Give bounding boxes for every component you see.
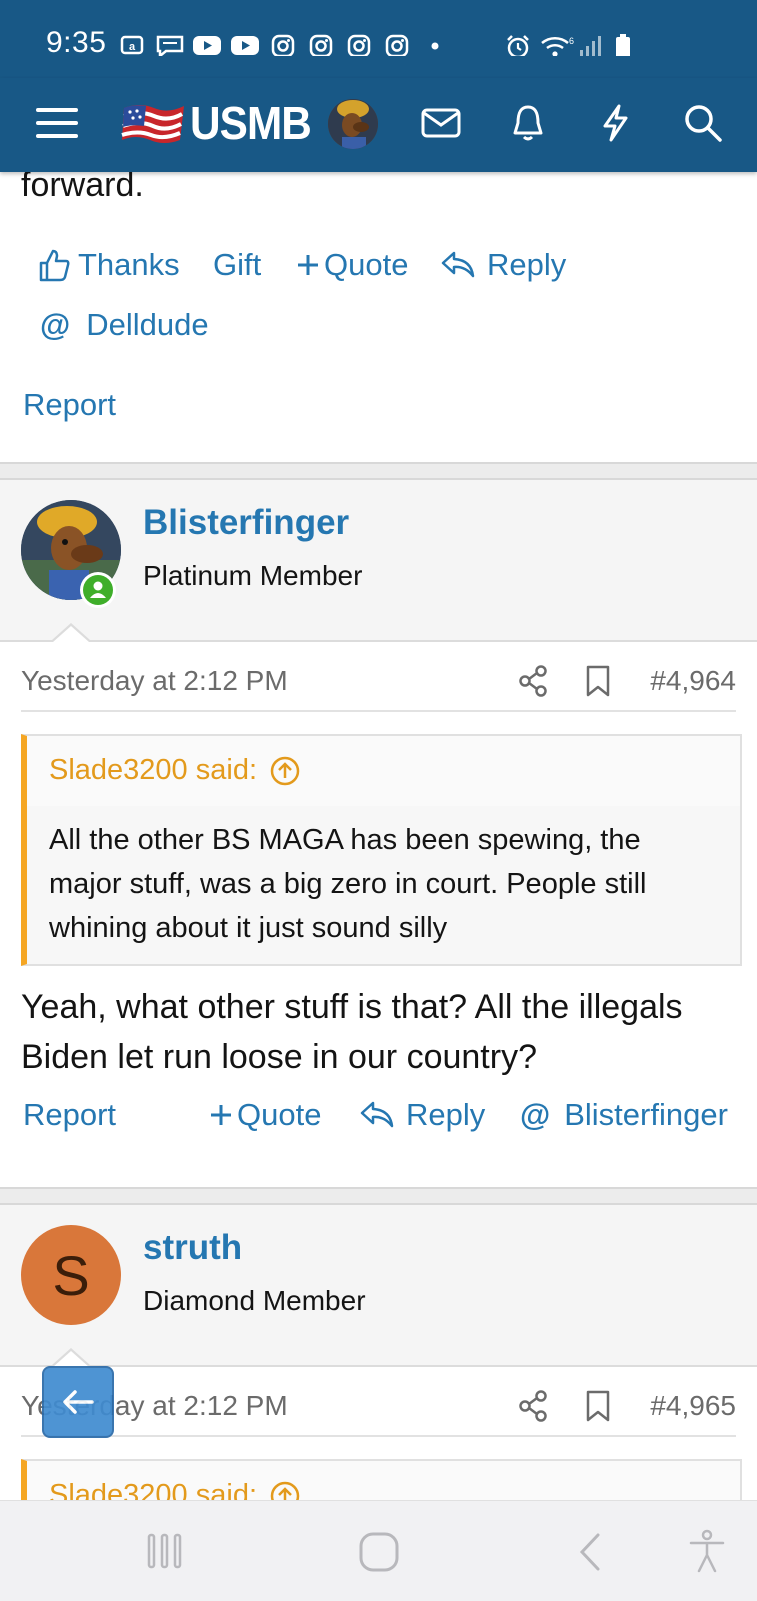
report-button[interactable]: Report — [23, 1097, 116, 1133]
wifi-icon: 6 — [541, 36, 574, 56]
quote-block: Slade3200 said: All the other BS MAGA ha… — [21, 734, 742, 966]
back-icon[interactable] — [574, 1531, 604, 1578]
svg-text:a: a — [129, 41, 136, 53]
post-separator — [0, 462, 757, 480]
reply-arrow-icon — [360, 1101, 394, 1128]
youtube-icon — [193, 36, 221, 55]
quote-author-link[interactable]: Slade3200 said: — [49, 754, 301, 787]
reply-button[interactable]: Reply — [441, 247, 566, 283]
search-icon[interactable] — [678, 98, 728, 148]
svg-text:6: 6 — [569, 36, 574, 46]
user-title: Diamond Member — [143, 1285, 366, 1316]
report-button[interactable]: Report — [23, 387, 116, 423]
back-floating-button[interactable] — [42, 1366, 114, 1438]
status-bar: 9:35 a 6 — [0, 0, 757, 78]
plus-icon — [298, 255, 318, 275]
recent-apps-icon[interactable] — [145, 1531, 185, 1576]
header-notch-fill — [53, 1351, 89, 1367]
report-label: Report — [23, 387, 117, 422]
status-time: 9:35 — [46, 26, 107, 59]
quote-text: All the other BS MAGA has been spewing, … — [49, 824, 647, 944]
amazon-icon: a — [120, 35, 144, 55]
flag-logo-icon[interactable] — [120, 100, 186, 148]
top-nav-bar: USMB — [0, 78, 757, 172]
online-indicator — [80, 572, 116, 608]
gift-button[interactable]: Gift — [213, 247, 261, 283]
mention-button[interactable]: @ Blisterfinger — [520, 1097, 728, 1133]
quote-button[interactable]: Quote — [209, 1097, 321, 1133]
reply-label: Reply — [406, 1097, 486, 1132]
instagram-icon — [309, 34, 333, 56]
gift-label: Gift — [213, 247, 262, 282]
username-link[interactable]: struth — [143, 1228, 242, 1268]
username-link[interactable]: Blisterfinger — [143, 503, 349, 543]
header-notch-fill — [53, 626, 89, 642]
instagram-icon — [347, 34, 371, 56]
post-separator — [0, 1187, 757, 1205]
arrow-up-circle-icon — [270, 756, 300, 785]
instagram-icon — [385, 34, 409, 56]
site-logo[interactable]: USMB — [190, 96, 312, 150]
quote-header: Slade3200 said: — [27, 736, 740, 806]
post-number[interactable]: #4,965 — [650, 1390, 736, 1422]
thanks-label: Thanks — [78, 247, 180, 282]
bookmark-icon[interactable] — [585, 1389, 611, 1428]
signal-icon — [580, 36, 601, 56]
reply-button[interactable]: Reply — [360, 1097, 485, 1133]
home-icon[interactable] — [358, 1531, 400, 1578]
thumbs-up-icon — [39, 249, 70, 282]
inbox-icon[interactable] — [416, 98, 466, 148]
report-label: Report — [23, 1097, 117, 1132]
youtube-icon — [231, 36, 259, 55]
share-icon[interactable] — [518, 665, 548, 702]
quote-button[interactable]: Quote — [296, 247, 408, 283]
alarm-icon — [507, 35, 529, 56]
at-icon: @ — [40, 307, 71, 342]
message-icon — [156, 35, 184, 56]
bookmark-icon[interactable] — [585, 664, 611, 703]
divider — [21, 1435, 736, 1437]
dot-icon — [431, 42, 439, 50]
mention-label: Delldude — [86, 307, 209, 342]
avatar[interactable] — [328, 99, 378, 149]
menu-icon[interactable] — [32, 98, 82, 148]
post-body: Yeah, what other stuff is that? All the … — [21, 988, 683, 1076]
reply-label: Reply — [487, 247, 567, 282]
quote-label: Quote — [237, 1097, 322, 1132]
arrow-left-icon — [63, 1390, 94, 1414]
plus-icon — [211, 1105, 231, 1125]
post-date[interactable]: Yesterday at 2:12 PM — [21, 665, 288, 697]
post-number[interactable]: #4,964 — [650, 665, 736, 697]
bolt-icon[interactable] — [590, 98, 640, 148]
mention-button[interactable]: @ Delldude — [40, 307, 209, 343]
share-icon[interactable] — [518, 1390, 548, 1427]
at-icon: @ — [520, 1097, 551, 1132]
reply-arrow-icon — [441, 251, 475, 278]
thanks-button[interactable]: Thanks — [38, 247, 180, 283]
bell-icon[interactable] — [503, 98, 553, 148]
quote-author-label: Slade3200 said: — [49, 754, 257, 786]
system-nav-bar — [0, 1500, 757, 1601]
avatar[interactable]: S — [21, 1225, 121, 1325]
quote-label: Quote — [324, 247, 409, 282]
instagram-icon — [271, 34, 295, 56]
divider — [21, 710, 736, 712]
mention-label: Blisterfinger — [564, 1097, 728, 1132]
user-title: Platinum Member — [143, 560, 363, 591]
battery-icon — [616, 34, 630, 56]
accessibility-icon[interactable] — [688, 1529, 726, 1578]
